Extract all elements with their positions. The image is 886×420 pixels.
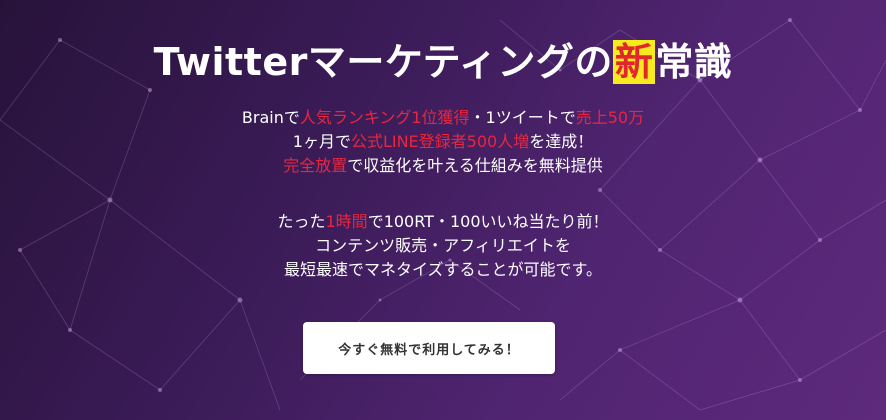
highlight-text: 1時間 bbox=[325, 212, 368, 231]
hero-description-achievements: Brainで人気ランキング1位獲得・1ツイートで売上50万 1ヶ月で公式LINE… bbox=[0, 106, 886, 178]
text-segment: を達成！ bbox=[529, 132, 594, 151]
hero-section: Twitterマーケティングの新常識 Brainで人気ランキング1位獲得・1ツイ… bbox=[0, 0, 886, 420]
description-line: たった1時間で100RT・100いいね当たり前！ bbox=[0, 210, 886, 234]
title-text-before: Twitterマーケティングの bbox=[153, 40, 613, 84]
highlight-text: 売上50万 bbox=[575, 108, 645, 127]
text-segment: で収益化を叶える仕組みを無料提供 bbox=[347, 156, 603, 175]
description-line: 1ヶ月で公式LINE登録者500人増を達成！ bbox=[0, 130, 886, 154]
hero-description-benefits: たった1時間で100RT・100いいね当たり前！ コンテンツ販売・アフィリエイト… bbox=[0, 210, 886, 282]
title-highlight: 新 bbox=[612, 40, 656, 84]
highlight-text: 完全放置 bbox=[283, 156, 348, 175]
description-line: 最短最速でマネタイズすることが可能です。 bbox=[284, 260, 602, 279]
text-segment: ・1ツイートで bbox=[469, 108, 576, 127]
description-line: 完全放置で収益化を叶える仕組みを無料提供 bbox=[0, 154, 886, 178]
description-line: Brainで人気ランキング1位獲得・1ツイートで売上50万 bbox=[0, 106, 886, 130]
highlight-text: 公式LINE登録者500人増 bbox=[350, 132, 530, 151]
text-segment: たった bbox=[277, 212, 326, 231]
text-segment: で100RT・100いいね当たり前！ bbox=[367, 212, 609, 231]
title-text-after: 常識 bbox=[655, 40, 733, 84]
highlight-text: 人気ランキング1位獲得 bbox=[299, 108, 470, 127]
description-line: コンテンツ販売・アフィリエイトを bbox=[315, 236, 571, 255]
text-segment: 1ヶ月で bbox=[292, 132, 351, 151]
text-segment: Brainで bbox=[241, 108, 300, 127]
page-title: Twitterマーケティングの新常識 bbox=[0, 36, 886, 88]
free-trial-cta-button[interactable]: 今すぐ無料で利用してみる！ bbox=[303, 322, 555, 374]
